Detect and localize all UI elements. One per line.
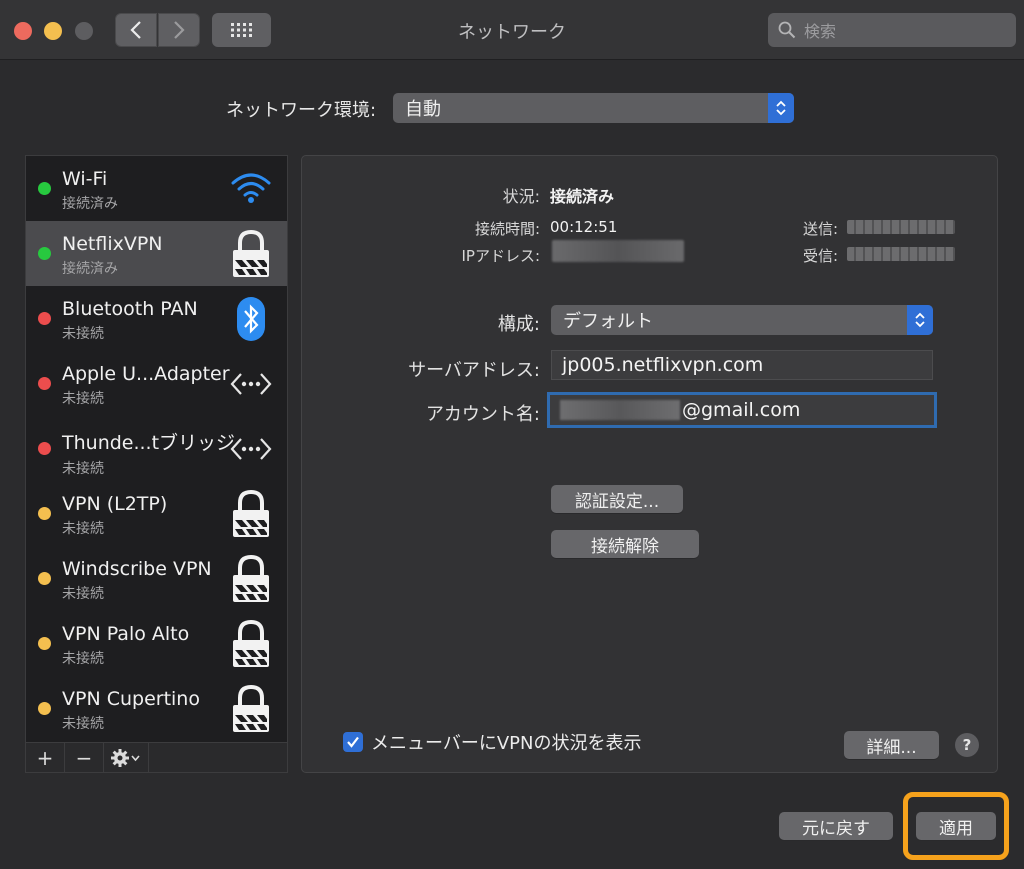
account-name-field[interactable]: @gmail.com — [547, 392, 937, 428]
lock-icon — [229, 619, 273, 669]
connect-time-label: 接続時間: — [474, 220, 540, 238]
lock-icon — [229, 554, 273, 604]
status-label: 状況: — [502, 187, 540, 206]
status-dot — [38, 377, 51, 390]
status-dot — [38, 507, 51, 520]
title-bar: ネットワーク 検索 — [0, 0, 1024, 60]
service-item[interactable]: Thunde...tブリッジ 未接続 — [26, 416, 287, 481]
advanced-button[interactable]: 詳細... — [844, 731, 939, 759]
location-value: 自動 — [405, 99, 441, 120]
account-name-value: @gmail.com — [682, 399, 801, 421]
service-item[interactable]: VPN Palo Alto 未接続 — [26, 611, 287, 676]
status-dot — [38, 182, 51, 195]
search-placeholder: 検索 — [804, 22, 837, 41]
authentication-settings-button[interactable]: 認証設定... — [551, 485, 683, 513]
bluetooth-icon — [229, 294, 273, 344]
server-address-value: jp005.netflixvpn.com — [562, 354, 764, 376]
sent-label: 送信: — [802, 220, 838, 238]
action-menu-button[interactable] — [104, 743, 149, 772]
show-vpn-status-row[interactable]: メニューバーにVPNの状況を表示 — [343, 729, 641, 755]
lock-icon — [229, 489, 273, 539]
add-service-button[interactable]: + — [26, 743, 65, 772]
configuration-label: 構成: — [497, 314, 540, 335]
status-dot — [38, 702, 51, 715]
account-name-label: アカウント名: — [425, 404, 540, 425]
remove-service-button[interactable]: − — [65, 743, 104, 772]
service-item[interactable]: VPN (L2TP) 未接続 — [26, 481, 287, 546]
received-label: 受信: — [802, 247, 838, 265]
ip-address-redacted — [552, 240, 684, 262]
service-item[interactable]: Wi-Fi 接続済み — [26, 156, 287, 221]
status-dot — [38, 637, 51, 650]
status-dot — [38, 312, 51, 325]
status-dot — [38, 247, 51, 260]
service-list: Wi-Fi 接続済み NetflixVPN 接続済み Bluetooth PAN 未接続 A… — [25, 155, 288, 773]
checkmark-icon — [347, 736, 359, 748]
ethernet-icon — [229, 359, 273, 409]
location-popup[interactable]: 自動 — [393, 93, 794, 123]
search-icon — [778, 21, 796, 39]
status-dot — [38, 442, 51, 455]
configuration-popup[interactable]: デフォルト — [551, 305, 933, 335]
show-vpn-status-label: メニューバーにVPNの状況を表示 — [371, 733, 642, 754]
location-label: ネットワーク環境: — [226, 100, 377, 121]
updown-arrows-icon — [907, 305, 933, 335]
service-item[interactable]: Windscribe VPN 未接続 — [26, 546, 287, 611]
show-vpn-status-checkbox[interactable] — [343, 732, 363, 752]
status-dot — [38, 572, 51, 585]
server-address-field[interactable]: jp005.netflixvpn.com — [551, 350, 933, 380]
apply-highlight-annotation — [903, 792, 1009, 860]
ip-address-label: IPアドレス: — [461, 247, 540, 265]
revert-button[interactable]: 元に戻す — [779, 812, 893, 840]
lock-icon — [229, 229, 273, 279]
sent-meter — [847, 220, 955, 234]
service-item[interactable]: VPN Cupertino 未接続 — [26, 676, 287, 741]
help-button[interactable]: ? — [955, 733, 979, 757]
connect-time-value: 00:12:51 — [550, 218, 618, 236]
lock-icon — [229, 684, 273, 734]
configuration-value: デフォルト — [563, 311, 653, 332]
service-item[interactable]: NetflixVPN 接続済み — [26, 221, 287, 286]
server-address-label: サーバアドレス: — [408, 360, 540, 381]
search-field[interactable]: 検索 — [768, 13, 1016, 47]
ethernet-icon — [229, 424, 273, 474]
sidebar-toolbar: + − — [26, 742, 287, 772]
service-item[interactable]: Bluetooth PAN 未接続 — [26, 286, 287, 351]
updown-arrows-icon — [768, 93, 794, 123]
wifi-icon — [229, 164, 273, 214]
received-meter — [847, 247, 955, 261]
status-value: 接続済み — [550, 187, 615, 206]
account-name-redacted — [560, 400, 680, 420]
gear-icon — [111, 748, 140, 767]
service-item[interactable]: Apple U...Adapter 未接続 — [26, 351, 287, 416]
disconnect-button[interactable]: 接続解除 — [551, 530, 699, 558]
